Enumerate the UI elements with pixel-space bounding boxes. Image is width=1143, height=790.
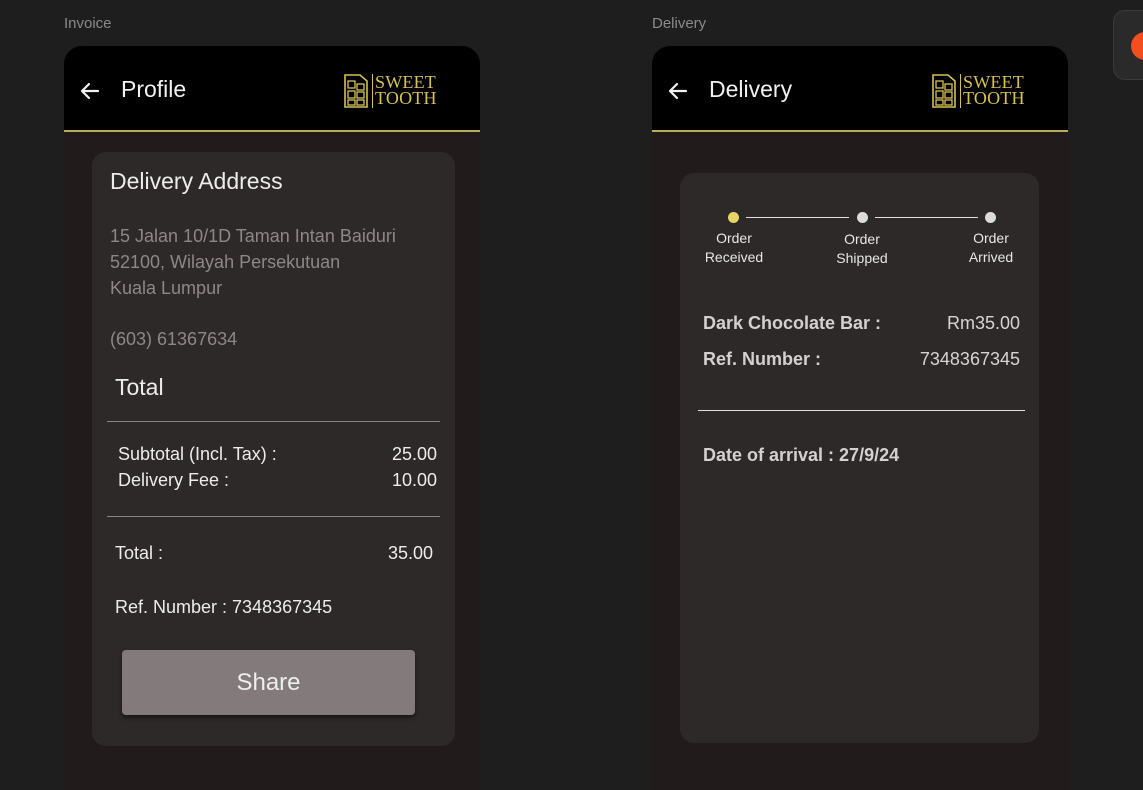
logo-line-2: TOOTH [963, 88, 1025, 108]
step-label-line: Shipped [836, 250, 888, 266]
step-label-line: Arrived [968, 249, 1014, 265]
phone-number: (603) 61367634 [110, 329, 238, 349]
share-button[interactable]: Share [122, 650, 415, 715]
logo-divider [372, 74, 373, 108]
step-dot-received [728, 212, 739, 223]
divider [107, 516, 440, 517]
address-line-1: 15 Jalan 10/1D Taman Intan Baiduri [110, 226, 396, 246]
item-price: Rm35.00 [946, 313, 1020, 333]
invoice-screen: Profile SWEET TOOTH Delivery Address 15 … [64, 46, 480, 790]
step-label-received: Order Received [694, 229, 774, 267]
invoice-card: Delivery Address 15 Jalan 10/1D Taman In… [92, 152, 455, 746]
delivery-card: Order Received Order Shipped Order Arriv… [680, 173, 1039, 743]
step-label-arrived: Order Arrived [951, 229, 1031, 267]
header-accent-line [652, 130, 1068, 132]
address-line-2: 52100, Wilayah Persekutuan [110, 252, 341, 272]
arrival-date: Date of arrival : 27/9/24 [703, 445, 900, 465]
step-dot-shipped [857, 212, 868, 223]
logo-text: SWEET TOOTH [375, 73, 437, 108]
logo-line-2: TOOTH [375, 88, 437, 108]
reference-label: Ref. Number : [703, 349, 822, 369]
delivery-address-heading: Delivery Address [110, 168, 283, 194]
delivery-fee-value: 10.00 [391, 470, 437, 490]
step-label-line: Order [716, 230, 752, 246]
page-title: Profile [121, 76, 187, 102]
total-value: 35.00 [387, 543, 433, 563]
item-name: Dark Chocolate Bar : [703, 313, 882, 333]
header-accent-line [64, 130, 480, 132]
chocolate-bar-icon [932, 74, 956, 108]
divider [107, 421, 440, 422]
reference-value: 7348367345 [919, 349, 1020, 369]
step-label-shipped: Order Shipped [822, 230, 902, 268]
step-dot-arrived [985, 212, 996, 223]
logo-divider [960, 74, 961, 108]
chocolate-bar-icon [344, 74, 368, 108]
sweet-tooth-logo: SWEET TOOTH [343, 73, 443, 111]
step-label-line: Received [704, 249, 764, 265]
record-dot-icon [1131, 32, 1143, 60]
frame-label-delivery: Delivery [652, 15, 707, 32]
delivery-fee-label: Delivery Fee : [118, 470, 230, 490]
back-arrow-icon[interactable] [666, 79, 690, 103]
logo-text: SWEET TOOTH [963, 73, 1025, 108]
subtotal-label: Subtotal (Incl. Tax) : [118, 444, 277, 464]
total-heading: Total [115, 374, 164, 400]
step-label-line: Order [973, 230, 1009, 246]
step-label-line: Order [844, 231, 880, 247]
divider [698, 410, 1025, 411]
app-header: Profile SWEET TOOTH [64, 46, 480, 132]
step-connector [746, 217, 849, 218]
sweet-tooth-logo: SWEET TOOTH [931, 73, 1031, 111]
side-panel-widget[interactable] [1113, 10, 1143, 80]
app-header: Delivery SWEET TOOTH [652, 46, 1068, 132]
step-connector [875, 217, 978, 218]
frame-label-invoice: Invoice [64, 15, 112, 32]
delivery-screen: Delivery SWEET TOOTH Order Received Orde… [652, 46, 1068, 790]
subtotal-value: 25.00 [391, 444, 437, 464]
total-label: Total : [115, 543, 164, 563]
address-line-3: Kuala Lumpur [110, 278, 223, 298]
page-title: Delivery [709, 76, 793, 102]
reference-number: Ref. Number : 7348367345 [115, 597, 333, 617]
back-arrow-icon[interactable] [78, 79, 102, 103]
